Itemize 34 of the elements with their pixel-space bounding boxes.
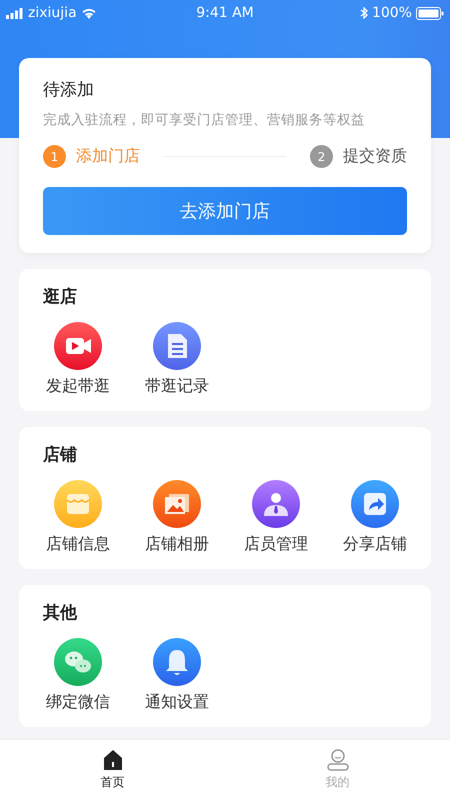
video-camera-icon[interactable]	[54, 322, 102, 370]
menu-item-label[interactable]: 店员管理	[244, 534, 308, 555]
chat-bubbles-icon[interactable]	[54, 638, 102, 686]
person-icon	[326, 749, 348, 771]
step-label: 添加门店	[76, 146, 140, 167]
wifi-icon	[80, 7, 97, 19]
document-icon[interactable]	[153, 322, 201, 370]
photo-album-icon[interactable]	[153, 480, 201, 528]
step-number-badge: 1	[43, 145, 66, 168]
bell-icon[interactable]	[153, 638, 201, 686]
tab-item[interactable]: 首页	[0, 740, 225, 800]
battery-percent: 100%	[372, 5, 412, 21]
card-description: 完成入驻流程，即可享受门店管理、营销服务等权益	[43, 111, 366, 129]
add-store-button[interactable]: 去添加门店	[43, 187, 407, 235]
step-label: 提交资质	[343, 146, 407, 167]
section-title: 其他	[42, 602, 78, 624]
menu-item-label[interactable]: 分享店铺	[343, 534, 407, 555]
menu-item-label[interactable]: 店铺相册	[145, 534, 209, 555]
menu-item-label[interactable]: 通知设置	[145, 692, 209, 713]
carrier-name: zixiujia	[28, 5, 77, 21]
card-title: 待添加	[43, 79, 95, 101]
section-title: 逛店	[42, 286, 78, 308]
section-title: 店铺	[42, 444, 78, 466]
battery-icon	[416, 6, 444, 20]
signal-icon	[6, 8, 24, 18]
status-time: 9:41 AM	[196, 5, 254, 21]
house-icon	[102, 749, 124, 771]
bluetooth-icon	[360, 7, 368, 19]
step-number-badge: 2	[310, 145, 333, 168]
menu-item-label[interactable]: 店铺信息	[46, 534, 110, 555]
menu-item-label[interactable]: 绑定微信	[46, 692, 110, 713]
menu-item-label[interactable]: 发起带逛	[46, 376, 110, 397]
menu-item-label[interactable]: 带逛记录	[145, 376, 209, 397]
staff-person-icon[interactable]	[252, 480, 300, 528]
